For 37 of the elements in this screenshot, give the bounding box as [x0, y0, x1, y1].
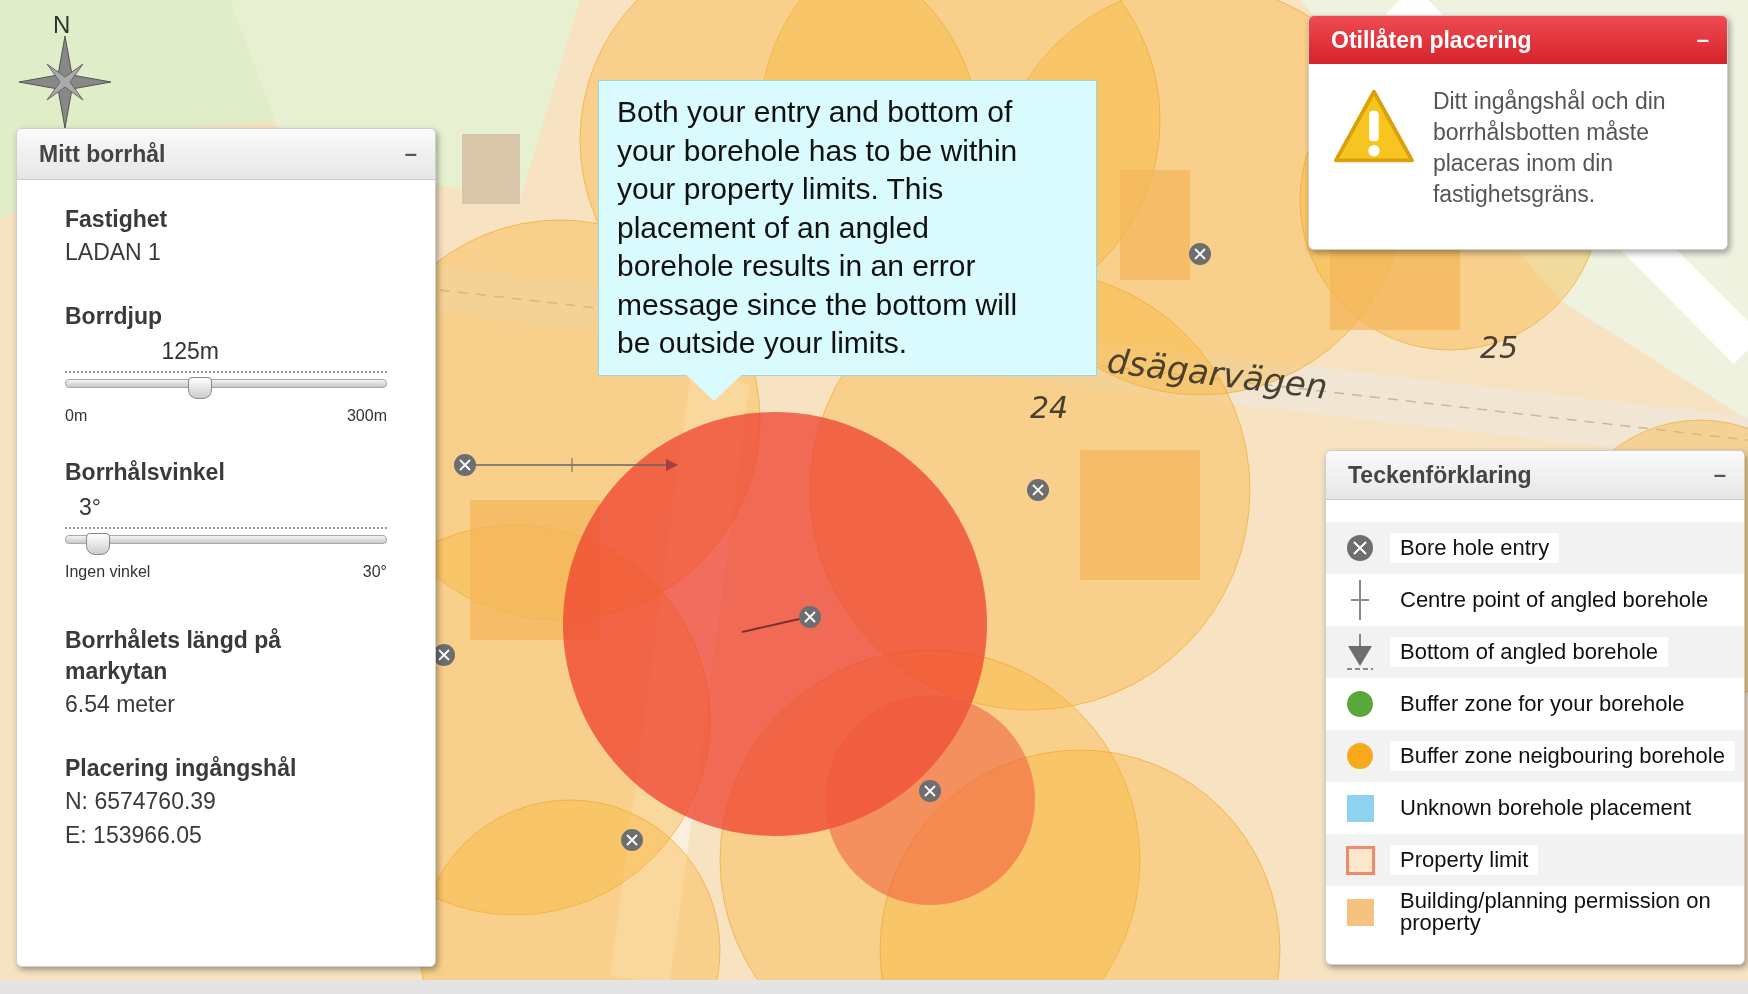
legend-label: Bore hole entry: [1390, 533, 1560, 563]
tick-line-icon: [1348, 580, 1372, 620]
slider-min-label: 0m: [65, 407, 88, 425]
collapse-button[interactable]: –: [1709, 462, 1730, 488]
slider-max-label: 300m: [346, 407, 387, 425]
field-value: LADAN 1: [65, 238, 162, 267]
slider-min-label: Ingen vinkel: [65, 563, 151, 581]
collapse-button[interactable]: –: [400, 141, 421, 167]
field-label: Borrdjup: [65, 302, 164, 331]
error-title: Otillåten placering: [1331, 26, 1532, 54]
cross-marker-icon: [1345, 533, 1375, 563]
slider-reading: 3°: [78, 494, 102, 521]
legend-label: Property limit: [1390, 845, 1539, 875]
slider-max-label: 30°: [362, 563, 387, 581]
field-label: Placering ingångshål: [65, 754, 298, 783]
error-message: Ditt ingångshål och din borrhålsbotten måste placeras inom din fastighetsgräns.: [1432, 87, 1667, 209]
triangle-marker-icon: [1346, 634, 1374, 670]
compass-north-label: N: [53, 11, 71, 38]
callout-text: Both your entry and bottom of your borehole has to be within your property limits. This placement of an angled borehole results in an error message since the bottom will be outside your limits.: [598, 80, 1097, 376]
coordinate-value: N: 6574760.39: [65, 787, 217, 816]
field-label: Borrhålsvinkel: [65, 458, 226, 487]
slider-thumb[interactable]: [86, 533, 111, 555]
legend-label: Buffer zone neigbouring borehole: [1390, 741, 1735, 771]
house-number-label: 24: [1030, 390, 1069, 425]
coordinate-value: E: 153966.05: [65, 821, 203, 850]
field-value: 6.54 meter: [65, 690, 176, 719]
collapse-button[interactable]: –: [1692, 27, 1713, 53]
house-number-label: 25: [1480, 330, 1519, 365]
legend-title: Teckenförklaring: [1348, 461, 1532, 489]
field-label: Borrhålets längd på markytan: [65, 626, 282, 686]
compass-rose-icon: [18, 35, 112, 129]
field-label: Fastighet: [65, 205, 169, 234]
panel-title: Mitt borrhål: [39, 140, 166, 168]
legend-label: Bottom of angled borehole: [1390, 637, 1669, 667]
slider-reading: 125m: [160, 338, 220, 365]
street-name-label: dsägarvägen: [1105, 340, 1330, 407]
slider-thumb[interactable]: [188, 377, 213, 399]
